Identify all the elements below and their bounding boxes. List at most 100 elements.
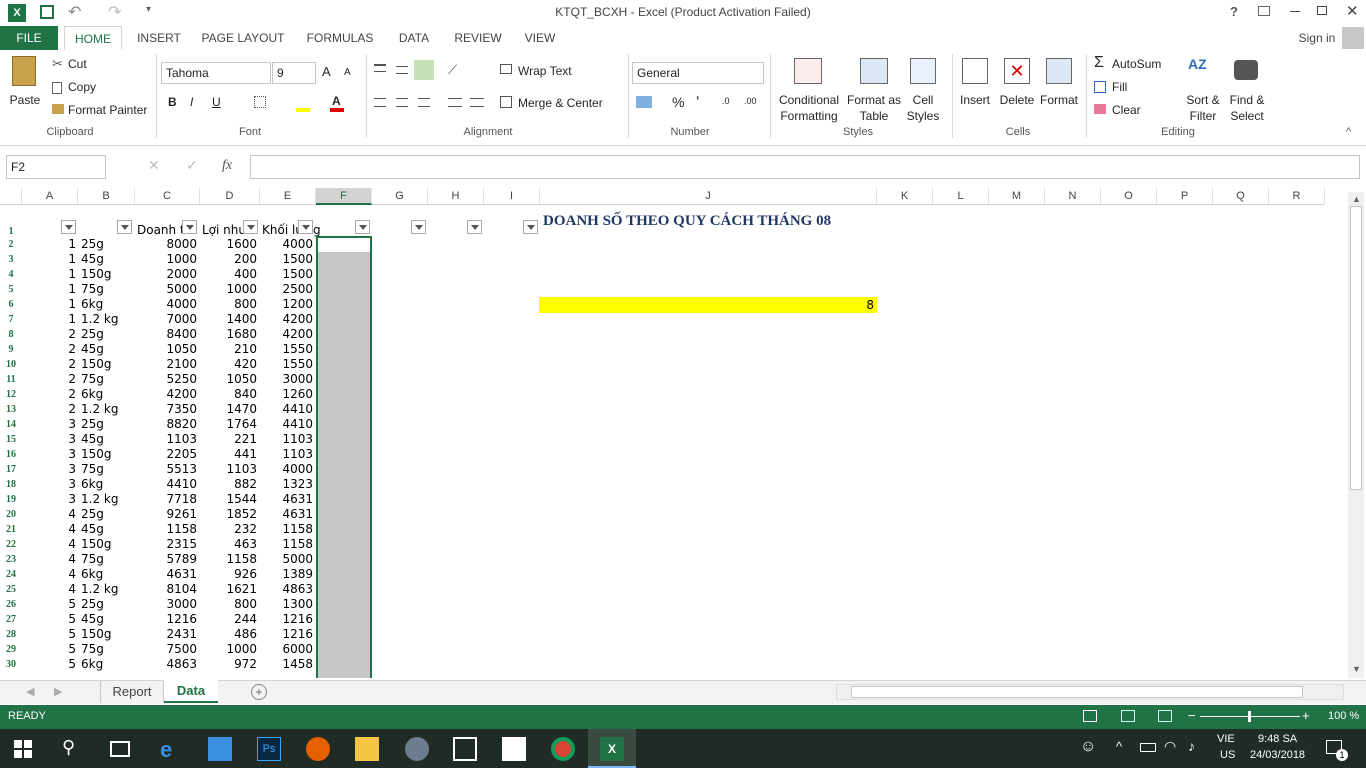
tab-formulas[interactable]: FORMULAS (302, 26, 378, 50)
copy-icon[interactable] (52, 82, 62, 94)
cell-c[interactable]: 4410 (135, 477, 197, 492)
cell-c[interactable]: 4000 (135, 297, 197, 312)
row-header[interactable]: 19 (0, 492, 22, 507)
cell-d[interactable]: 882 (200, 477, 257, 492)
increase-indent-icon[interactable] (470, 98, 484, 107)
cell-a[interactable]: 1 (22, 297, 76, 312)
borders-icon[interactable] (254, 96, 266, 108)
filter-dropdown-b[interactable] (117, 220, 132, 234)
tab-review[interactable]: REVIEW (450, 26, 506, 50)
cell-e[interactable]: 1500 (260, 252, 313, 267)
firefox-icon[interactable] (306, 737, 330, 761)
filter-dropdown-a[interactable] (61, 220, 76, 234)
cell-c[interactable]: 7718 (135, 492, 197, 507)
row-header[interactable]: 28 (0, 627, 22, 642)
clear-icon[interactable] (1094, 104, 1106, 114)
cell-e[interactable]: 1458 (260, 657, 313, 672)
bold-button[interactable]: B (168, 95, 177, 109)
cell-d[interactable]: 800 (200, 597, 257, 612)
vertical-scrollbar[interactable]: ▲ ▼ (1348, 192, 1364, 678)
cell-e[interactable]: 1260 (260, 387, 313, 402)
cell-a[interactable]: 1 (22, 237, 76, 252)
find-select-icon[interactable] (1234, 60, 1258, 80)
cell-a[interactable]: 3 (22, 477, 76, 492)
volume-icon[interactable]: ♪ (1188, 738, 1195, 754)
cell-d[interactable]: 486 (200, 627, 257, 642)
row-header[interactable]: 7 (0, 312, 22, 327)
fill-button[interactable]: Fill (1112, 80, 1127, 94)
cell-a[interactable]: 2 (22, 402, 76, 417)
select-all-corner[interactable] (0, 188, 22, 205)
cell-a[interactable]: 3 (22, 447, 76, 462)
edge-icon[interactable]: e (160, 737, 184, 762)
cell-b[interactable]: 25g (81, 507, 135, 522)
column-header-r[interactable]: R (1269, 188, 1325, 205)
cell-d[interactable]: 420 (200, 357, 257, 372)
tab-home[interactable]: HOME (64, 26, 122, 50)
insert-button[interactable]: Insert (954, 92, 996, 108)
vertical-scroll-thumb[interactable] (1350, 206, 1362, 490)
cell-c[interactable]: 5250 (135, 372, 197, 387)
cell-c[interactable]: 7500 (135, 642, 197, 657)
cell-c[interactable]: 5000 (135, 282, 197, 297)
row-header[interactable]: 25 (0, 582, 22, 597)
align-top-icon[interactable] (374, 64, 386, 72)
column-header-o[interactable]: O (1101, 188, 1157, 205)
percent-button[interactable]: % (672, 94, 684, 110)
row-header[interactable]: 4 (0, 267, 22, 282)
cell-b[interactable]: 25g (81, 417, 135, 432)
cell-d[interactable]: 1000 (200, 642, 257, 657)
sort-filter-button[interactable]: Sort & Filter (1180, 92, 1226, 124)
cell-d[interactable]: 400 (200, 267, 257, 282)
row-header[interactable]: 14 (0, 417, 22, 432)
file-explorer-icon[interactable] (355, 737, 379, 761)
search-icon[interactable]: ⚲ (62, 737, 86, 761)
cell-c[interactable]: 7000 (135, 312, 197, 327)
horizontal-scroll-thumb[interactable] (851, 686, 1303, 698)
column-header-l[interactable]: L (933, 188, 989, 205)
cell-b[interactable]: 25g (81, 327, 135, 342)
cell-b[interactable]: 25g (81, 237, 135, 252)
format-as-table-icon[interactable] (860, 58, 888, 84)
conditional-formatting-button[interactable]: Conditional Formatting (774, 92, 844, 124)
filter-dropdown-h[interactable] (467, 220, 482, 234)
row-header[interactable]: 2 (0, 237, 22, 252)
report-title[interactable]: DOANH SỐ THEO QUY CÁCH THÁNG 08 (543, 213, 831, 230)
help-button[interactable]: ? (1230, 4, 1238, 19)
format-button[interactable]: Format (1036, 92, 1082, 108)
cell-e[interactable]: 4863 (260, 582, 313, 597)
cell-e[interactable]: 1300 (260, 597, 313, 612)
cell-b[interactable]: 75g (81, 642, 135, 657)
row-header[interactable]: 27 (0, 612, 22, 627)
active-cell-f2[interactable] (316, 236, 372, 252)
cell-b[interactable]: 6kg (81, 477, 135, 492)
cell-c[interactable]: 2315 (135, 537, 197, 552)
cell-d[interactable]: 1600 (200, 237, 257, 252)
fill-icon[interactable] (1094, 81, 1106, 93)
underline-button[interactable]: U (212, 95, 221, 109)
store-icon[interactable] (208, 737, 232, 761)
row-header[interactable]: 20 (0, 507, 22, 522)
cell-b[interactable]: 1.2 kg (81, 582, 135, 597)
tab-data[interactable]: DATA (392, 26, 436, 50)
page-break-view-icon[interactable] (1158, 710, 1172, 722)
cell-d[interactable]: 840 (200, 387, 257, 402)
cell-b[interactable]: 6kg (81, 387, 135, 402)
zoom-level[interactable]: 100 % (1328, 710, 1359, 722)
cell-a[interactable]: 1 (22, 312, 76, 327)
cell-e[interactable]: 1550 (260, 342, 313, 357)
wrap-text-button[interactable]: Wrap Text (518, 64, 572, 78)
cell-d[interactable]: 1621 (200, 582, 257, 597)
row-header[interactable]: 29 (0, 642, 22, 657)
cell-c[interactable]: 8000 (135, 237, 197, 252)
cell-e[interactable]: 5000 (260, 552, 313, 567)
cell-e[interactable]: 1103 (260, 432, 313, 447)
column-header-m[interactable]: M (989, 188, 1045, 205)
sheet-tab-data[interactable]: Data (164, 680, 218, 703)
cell-a[interactable]: 1 (22, 282, 76, 297)
cell-e[interactable]: 4200 (260, 327, 313, 342)
column-header-e[interactable]: E (260, 188, 316, 205)
cell-c[interactable]: 1103 (135, 432, 197, 447)
prev-sheet-icon[interactable]: ◀ (26, 685, 34, 698)
column-header-d[interactable]: D (200, 188, 260, 205)
